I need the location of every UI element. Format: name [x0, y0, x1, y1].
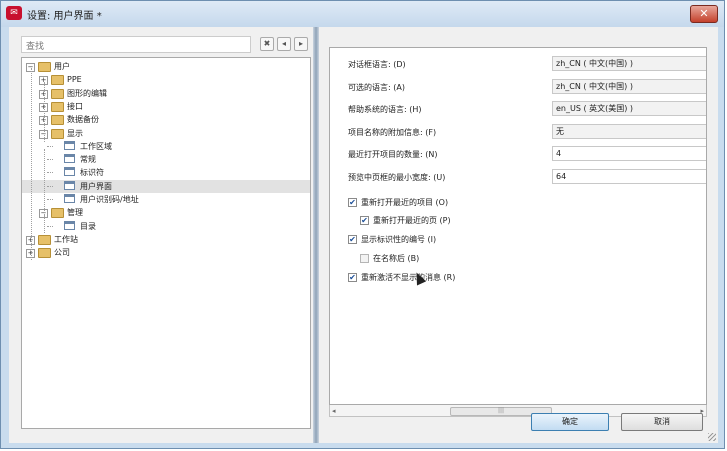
folder-icon [38, 234, 51, 245]
folder-icon [38, 248, 51, 259]
tree-item-label: PPE [67, 75, 82, 85]
app-icon: ✉ [6, 6, 22, 20]
folder-icon [51, 115, 64, 126]
tree-guide-line [44, 82, 45, 142]
expand-tree-icon[interactable]: ◂ [277, 37, 291, 51]
ok-button[interactable]: 确定 [531, 413, 609, 431]
dialog-body: 查找 ✖ ◂ ▸ − 用户 + PPE + 图形的编辑 + 接口 + 数据备份 − 显示 工作区域常规标… [9, 27, 718, 443]
tree-guide-line [44, 149, 45, 219]
tree-item[interactable]: 常规 [22, 153, 310, 166]
tree-item[interactable]: + 数据备份 [22, 113, 310, 126]
tree-guide-line [31, 68, 32, 260]
folder-icon [51, 128, 64, 139]
collapse-tree-icon[interactable]: ▸ [294, 37, 308, 51]
page-icon [64, 140, 75, 150]
cancel-button[interactable]: 取消 [621, 413, 703, 431]
property-dropdown[interactable]: en_US ( 英文(美国) ) [552, 101, 706, 116]
tree-item[interactable]: 用户识别码/地址 [22, 193, 310, 206]
properties-pane: 对话框语言: (D) zh_CN ( 中文(中国) ) 可选的语言: (A) zh_C… [319, 27, 718, 443]
settings-dialog: ✉ 设置: 用户界面 * ✕ 查找 ✖ ◂ ▸ − 用户 + PPE + 图形的编辑 + 接口… [0, 0, 725, 449]
close-button[interactable]: ✕ [690, 5, 718, 23]
tree-item-label: 显示 [67, 128, 83, 138]
page-icon [64, 180, 75, 190]
tree-item-label: 接口 [67, 101, 83, 111]
checkbox-label[interactable]: 重新打开最近的项目 (O) [361, 197, 448, 208]
tree-item[interactable]: − 显示 [22, 127, 310, 140]
tree-item[interactable]: − 管理 [22, 206, 310, 219]
property-label: 最近打开项目的数量: (N) [348, 150, 438, 159]
tree-connector [47, 199, 53, 200]
folder-icon [38, 62, 51, 72]
tree-item[interactable]: 用户界面 [22, 179, 310, 193]
tree-connector [47, 159, 53, 161]
tree-item-label: 工作区域 [80, 141, 112, 151]
page-icon [64, 167, 75, 177]
title-bar[interactable]: ✉ 设置: 用户界面 * ✕ [1, 1, 724, 27]
scroll-left-icon[interactable]: ◂ [332, 407, 336, 415]
property-label: 对话框语言: (D) [348, 60, 406, 69]
search-input[interactable]: 查找 [21, 36, 251, 53]
folder-icon [51, 208, 64, 219]
tree-item-label: 数据备份 [67, 115, 99, 125]
resize-grip-icon[interactable] [708, 433, 716, 441]
tree-item-label: 用户 [54, 62, 70, 71]
checkbox[interactable]: ✔ [360, 216, 369, 225]
checkbox[interactable]: ✔ [348, 273, 357, 282]
checkbox[interactable]: ✔ [348, 198, 357, 207]
page-icon [64, 194, 75, 203]
page-icon [64, 220, 75, 230]
tree-item[interactable]: − 用户 [22, 60, 310, 73]
tree-connector [47, 172, 53, 174]
property-label: 帮助系统的语言: (H) [348, 105, 422, 114]
window-title: 设置: 用户界面 * [27, 11, 102, 22]
checkbox[interactable] [360, 254, 369, 263]
navigation-pane: 查找 ✖ ◂ ▸ − 用户 + PPE + 图形的编辑 + 接口 + 数据备份 − 显示 工作区域常规标… [9, 27, 313, 443]
tree-item-label: 图形的编辑 [67, 88, 107, 98]
settings-tree[interactable]: − 用户 + PPE + 图形的编辑 + 接口 + 数据备份 − 显示 工作区域常规标识符用户界面用户识… [21, 57, 311, 429]
tree-item-label: 用户识别码/地址 [80, 195, 139, 204]
checkbox[interactable]: ✔ [348, 235, 357, 244]
folder-icon [51, 75, 64, 86]
tree-item-label: 管理 [67, 208, 83, 218]
folder-icon [51, 101, 64, 112]
tree-item[interactable]: + PPE [22, 73, 310, 86]
tree-connector [47, 145, 53, 147]
tree-guide-line [44, 215, 45, 233]
tree-item[interactable]: + 公司 [22, 246, 310, 259]
tree-item-label: 标识符 [80, 168, 104, 178]
tree-item[interactable]: + 工作站 [22, 233, 310, 246]
property-dropdown[interactable]: zh_CN ( 中文(中国) ) [552, 79, 706, 94]
page-icon [64, 154, 75, 164]
property-label: 项目名称的附加信息: (F) [348, 128, 437, 137]
folder-icon [51, 88, 64, 99]
tree-item[interactable]: + 图形的编辑 [22, 87, 310, 100]
checkbox-label[interactable]: 重新激活不显示的消息 (R) [361, 272, 455, 283]
checkbox-label[interactable]: 显示标识性的编号 (I) [361, 234, 436, 245]
property-dropdown[interactable]: zh_CN ( 中文(中国) ) [552, 56, 706, 71]
tree-connector [47, 225, 53, 227]
tree-item-label: 用户界面 [80, 181, 112, 191]
tree-item[interactable]: 目录 [22, 220, 310, 233]
property-label: 可选的语言: (A) [348, 83, 405, 92]
checkbox-label[interactable]: 在名称后 (B) [373, 253, 419, 264]
property-label: 预览中页框的最小宽度: (U) [348, 173, 446, 182]
clear-search-icon[interactable]: ✖ [260, 37, 274, 51]
property-input[interactable]: 64 [552, 169, 706, 184]
tree-item-label: 工作站 [54, 234, 78, 244]
property-input[interactable]: 4 [552, 146, 706, 161]
tree-item[interactable]: 工作区域 [22, 140, 310, 153]
tree-item[interactable]: 标识符 [22, 166, 310, 179]
tree-item-label: 常规 [80, 155, 96, 165]
tree-item-label: 目录 [80, 221, 96, 231]
properties-panel: 对话框语言: (D) zh_CN ( 中文(中国) ) 可选的语言: (A) zh_C… [329, 47, 707, 405]
tree-item-label: 公司 [54, 248, 70, 258]
tree-connector [47, 185, 53, 187]
property-dropdown[interactable]: 无 [552, 124, 706, 139]
checkbox-label[interactable]: 重新打开最近的页 (P) [373, 215, 451, 226]
tree-item[interactable]: + 接口 [22, 100, 310, 113]
